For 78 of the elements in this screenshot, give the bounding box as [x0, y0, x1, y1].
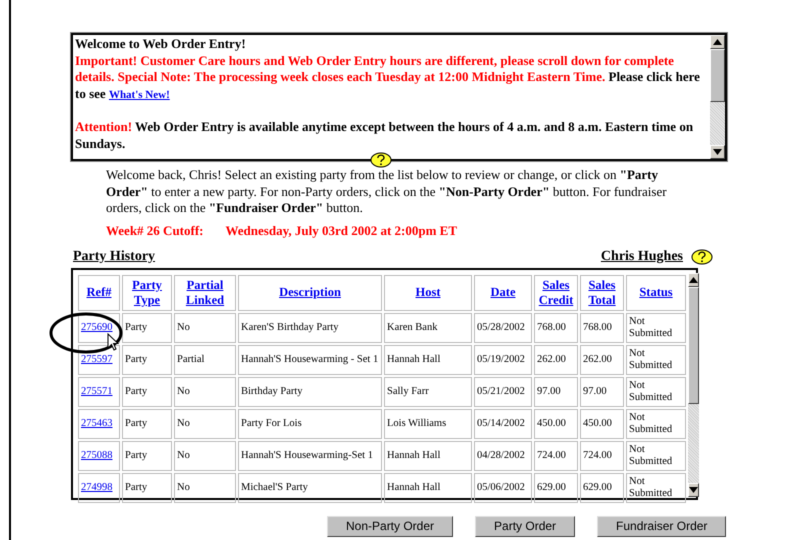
- table-cell: Hannah Hall: [384, 472, 472, 502]
- table-cell: No: [174, 376, 236, 406]
- cutoff-date: Wednesday, July 03rd 2002 at 2:00pm ET: [226, 222, 458, 238]
- section-title: Party History: [73, 248, 156, 264]
- table-cell: No: [174, 472, 236, 502]
- attention-text: Attention! Web Order Entry is available anytime except between the hours of 4 a.m. and 8 a.m. Eastern time on Sundays.: [75, 119, 694, 152]
- scroll-up-icon[interactable]: [688, 272, 699, 286]
- scroll-up-icon[interactable]: [710, 35, 725, 49]
- table-cell: Party: [122, 408, 172, 438]
- table-cell: 05/06/2002: [474, 472, 532, 502]
- table-cell: Not Submitted: [626, 472, 686, 502]
- cutoff-label: Week# 26 Cutoff:: [106, 222, 204, 238]
- scrollbar[interactable]: [688, 272, 699, 496]
- scroll-down-icon[interactable]: [688, 482, 699, 496]
- notice-title: Welcome to Web Order Entry!: [75, 36, 247, 52]
- table-cell: 724.00: [580, 440, 624, 470]
- order-number-link[interactable]: 275088: [81, 450, 112, 460]
- table-cell: Karen Bank: [384, 312, 472, 342]
- notice-text: Important! Customer Care hours and Web Order Entry hours are different, please scroll down for complete details. Special Note: The processing week closes each Tuesday at 12:00 Midnight Eastern Time. Please click here to see What's New!: [75, 52, 701, 102]
- table-cell: Birthday Party: [238, 376, 382, 406]
- table-cell: Partial: [174, 344, 236, 374]
- table-cell: 04/28/2002: [474, 440, 532, 470]
- table-cell: No: [174, 312, 236, 342]
- help-icon[interactable]: [370, 152, 392, 168]
- order-button[interactable]: Party Order: [475, 516, 576, 536]
- table-cell: Hannah'S Housewarming - Set 1: [238, 344, 382, 374]
- column-header-link[interactable]: Date: [490, 285, 516, 300]
- table-cell: 05/21/2002: [474, 376, 532, 406]
- table-cell: Lois Williams: [384, 408, 472, 438]
- order-number-link[interactable]: 275690: [81, 322, 112, 332]
- table-cell: Party: [122, 376, 172, 406]
- table-cell: 97.00: [534, 376, 578, 406]
- table-cell: Not Submitted: [626, 408, 686, 438]
- table-cell: Party: [122, 440, 172, 470]
- scrollbar[interactable]: [710, 35, 725, 159]
- table-cell: 262.00: [580, 344, 624, 374]
- order-button[interactable]: Non-Party Order: [327, 516, 454, 536]
- table-cell: Michael'S Party: [238, 472, 382, 502]
- table-cell: 450.00: [580, 408, 624, 438]
- order-button[interactable]: Fundraiser Order: [597, 516, 726, 536]
- whats-new-link[interactable]: What's New!: [108, 88, 170, 100]
- table-cell: 768.00: [580, 312, 624, 342]
- table-cell: Not Submitted: [626, 440, 686, 470]
- table-cell: 97.00: [580, 376, 624, 406]
- order-number-link[interactable]: 275463: [81, 418, 112, 428]
- table-cell: Hannah'S Housewarming-Set 1: [238, 440, 382, 470]
- table-cell: 05/19/2002: [474, 344, 532, 374]
- column-header-link[interactable]: Host: [416, 285, 440, 300]
- order-number-link[interactable]: 275597: [81, 354, 112, 364]
- table-cell: Not Submitted: [626, 376, 686, 406]
- scroll-down-icon[interactable]: [710, 145, 725, 159]
- table-cell: Party For Lois: [238, 408, 382, 438]
- table-cell: 05/28/2002: [474, 312, 532, 342]
- table-cell: Hannah Hall: [384, 440, 472, 470]
- table-cell: 262.00: [534, 344, 578, 374]
- table-cell: Sally Farr: [384, 376, 472, 406]
- order-number-link[interactable]: 274998: [81, 482, 112, 492]
- table-cell: 450.00: [534, 408, 578, 438]
- table-cell: Party: [122, 344, 172, 374]
- table-cell: Not Submitted: [626, 344, 686, 374]
- table-cell: Hannah Hall: [384, 344, 472, 374]
- order-number-link[interactable]: 275571: [81, 386, 112, 396]
- user-name: Chris Hughes: [600, 248, 683, 264]
- table-cell: 05/14/2002: [474, 408, 532, 438]
- intro-text: Welcome back, Chris! Select an existing party from the list below to review or change, or click on "Party Order" to enter a new party. For non-Party orders, click on the "Non-Party Order" button. For fundraiser orders, click on the "Fundraiser Order" button.: [106, 167, 668, 216]
- table-cell: Karen'S Birthday Party: [238, 312, 382, 342]
- table-cell: 629.00: [580, 472, 624, 502]
- table-cell: No: [174, 440, 236, 470]
- table-cell: 629.00: [534, 472, 578, 502]
- column-header-link[interactable]: Description: [279, 285, 341, 300]
- table-cell: Party: [122, 472, 172, 502]
- table-cell: Party: [122, 312, 172, 342]
- help-icon[interactable]: [691, 248, 713, 264]
- table-cell: Not Submitted: [626, 312, 686, 342]
- table-cell: 768.00: [534, 312, 578, 342]
- table-cell: 724.00: [534, 440, 578, 470]
- cursor-icon: [107, 332, 119, 350]
- table-cell: No: [174, 408, 236, 438]
